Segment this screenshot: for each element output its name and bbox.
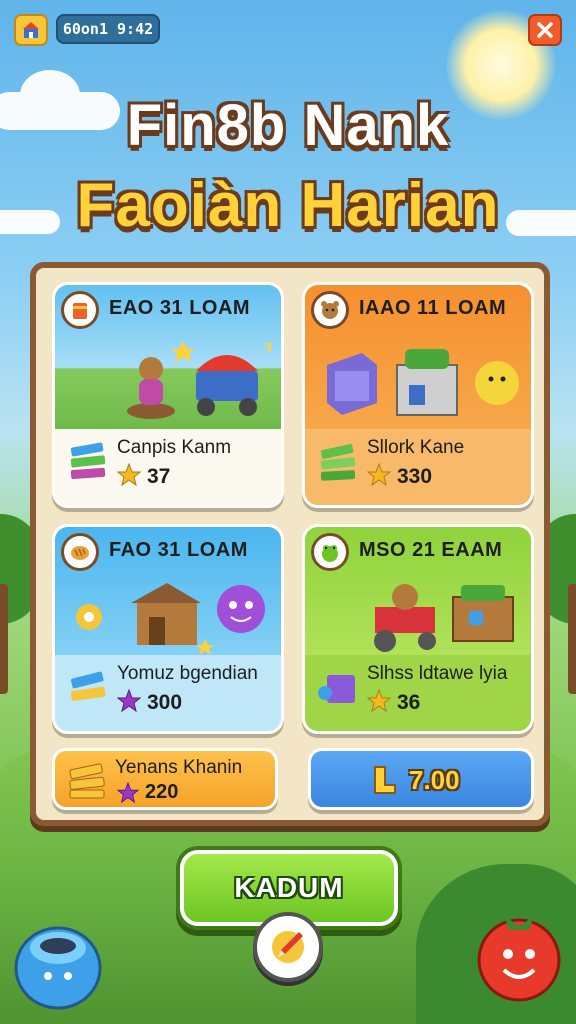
star-icon <box>367 463 391 487</box>
quest-board: EAO 31 LOAM Canpis Kanm 37 IAAO 11 LOAM … <box>30 262 550 826</box>
card-name: Yomuz bgendian <box>117 663 258 684</box>
shop-building-illustration <box>327 349 519 416</box>
card-value: 36 <box>397 691 421 714</box>
quest-card[interactable]: EAO 31 LOAM Canpis Kanm 37 <box>52 282 284 508</box>
card-scene: IAAO 11 LOAM <box>305 285 531 435</box>
star-icon <box>117 782 139 804</box>
reward-item[interactable]: Yenans Khanin 220 <box>52 748 278 810</box>
card-heading: EAO 31 LOAM <box>109 297 251 319</box>
house-icon[interactable] <box>14 14 48 46</box>
card-scene: FAO 31 LOAM <box>55 527 281 661</box>
edit-button[interactable] <box>253 912 323 982</box>
card-value: 330 <box>397 465 433 488</box>
card-info: Slhss ldtawe lyia 36 <box>305 655 531 731</box>
card-info: Yomuz bgendian 300 <box>55 655 281 731</box>
close-icon <box>537 22 553 38</box>
close-button[interactable] <box>528 14 562 46</box>
cash-stack-icon <box>70 671 106 701</box>
tomato-mascot-icon <box>477 916 561 1002</box>
card-name: Slhss ldtawe lyia <box>367 663 508 684</box>
quest-card[interactable]: FAO 31 LOAM Yomuz bgendian 300 <box>52 524 284 734</box>
bear-wagon-illustration <box>127 341 271 419</box>
star-icon <box>117 689 141 713</box>
bread-icon <box>61 533 99 571</box>
card-value: 37 <box>147 465 171 488</box>
reward-name: Yenans Khanin <box>115 757 243 778</box>
cabin-monster-illustration <box>76 583 265 655</box>
quest-card[interactable]: MSO 21 EAAM Slhss ldtawe lyia 36 <box>302 524 534 734</box>
card-name: Sllork Kane <box>367 437 465 458</box>
page-title: Fin8b Nank <box>126 93 450 158</box>
price-label: 7.00 <box>409 765 460 795</box>
cash-stack-icon <box>69 763 105 799</box>
page-subtitle: Faoiàn Harian <box>76 171 500 240</box>
quest-card[interactable]: IAAO 11 LOAM Sllork Kane 330 <box>302 282 534 508</box>
card-heading: FAO 31 LOAM <box>109 539 248 561</box>
purchase-button[interactable]: 7.00 <box>308 748 534 810</box>
card-scene: EAO 31 LOAM <box>55 285 281 435</box>
card-name: Canpis Kanm <box>117 437 232 458</box>
ticket-icon <box>374 766 396 794</box>
bear-cart-illustration <box>374 584 514 652</box>
pencil-icon <box>272 931 304 963</box>
machine-icon <box>318 675 355 703</box>
card-scene: MSO 21 EAAM <box>305 527 531 661</box>
clock-display: 60on1 9:42 <box>56 14 160 44</box>
cash-stack-icon <box>70 442 106 479</box>
card-heading: IAAO 11 LOAM <box>359 297 507 319</box>
card-heading: MSO 21 EAAM <box>359 539 503 561</box>
card-value: 300 <box>147 691 183 714</box>
card-info: Canpis Kanm 37 <box>55 429 281 505</box>
star-icon <box>117 463 141 487</box>
bucket-icon <box>61 291 99 329</box>
robot-mascot-icon <box>14 926 102 1010</box>
cash-stack-icon <box>320 444 356 481</box>
bear-face-icon <box>311 291 349 329</box>
reward-value: 220 <box>145 781 179 803</box>
card-info: Sllork Kane 330 <box>305 429 531 505</box>
star-icon <box>367 689 391 713</box>
frog-face-icon <box>311 533 349 571</box>
